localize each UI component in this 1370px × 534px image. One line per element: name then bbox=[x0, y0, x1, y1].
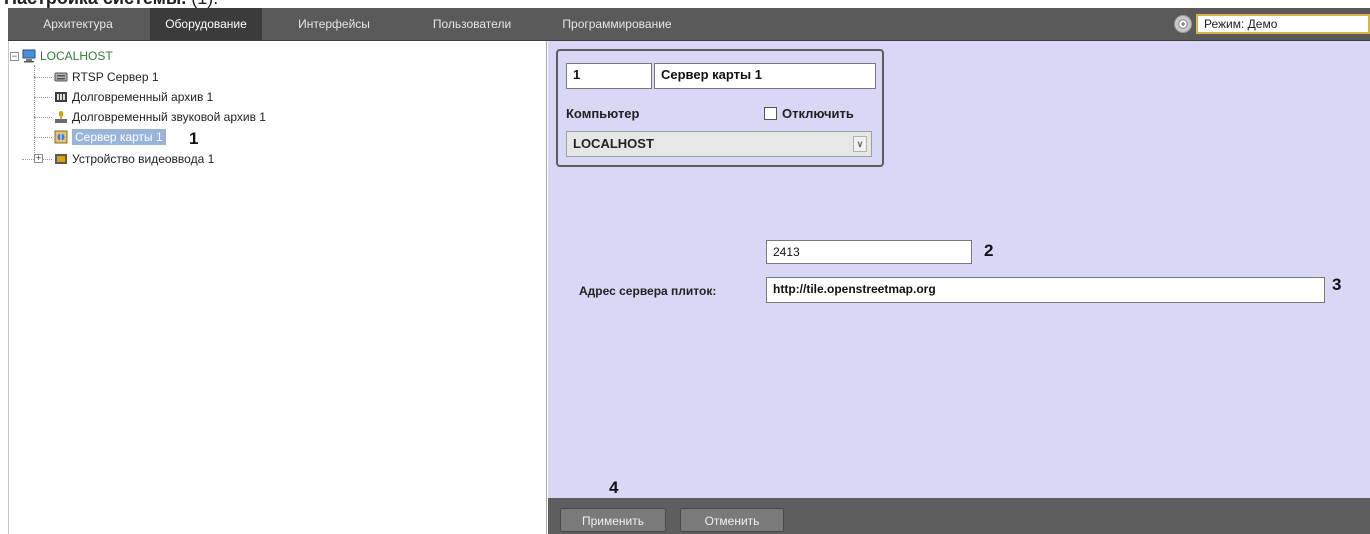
tree-item-label: RTSP Сервер 1 bbox=[72, 70, 159, 84]
settings-gear-icon[interactable] bbox=[1174, 15, 1192, 33]
tree-connector-line bbox=[34, 97, 52, 98]
tree-item-audio-archive[interactable]: Долговременный звуковой архив 1 bbox=[54, 109, 266, 125]
rtsp-server-icon bbox=[54, 70, 68, 84]
settings-panel: 1 Сервер карты 1 Компьютер Отключить LOC… bbox=[548, 41, 1370, 498]
tree-item-label: Долговременный архив 1 bbox=[72, 90, 214, 104]
disable-label: Отключить bbox=[782, 106, 854, 121]
object-group-box: 1 Сервер карты 1 Компьютер Отключить LOC… bbox=[556, 49, 884, 167]
page-heading: Настройка системы. (1). bbox=[4, 0, 218, 8]
tab-programming[interactable]: Программирование bbox=[554, 8, 680, 40]
tree-root-label: LOCALHOST bbox=[40, 49, 113, 63]
video-input-icon bbox=[54, 152, 68, 166]
computer-select[interactable]: LOCALHOST ∨ bbox=[566, 131, 872, 157]
page-heading-bold: Настройка системы. bbox=[4, 0, 186, 8]
apply-button[interactable]: Применить bbox=[560, 508, 666, 532]
tab-interfaces[interactable]: Интерфейсы bbox=[274, 8, 394, 40]
tree-connector-line bbox=[34, 65, 35, 161]
tab-equipment[interactable]: Оборудование bbox=[150, 8, 262, 40]
tree-item-label: Устройство видеоввода 1 bbox=[72, 152, 215, 166]
audio-archive-icon bbox=[54, 110, 68, 124]
gear-glyph-icon bbox=[1178, 19, 1188, 29]
tile-server-url-field[interactable]: http://tile.openstreetmap.org bbox=[766, 277, 1325, 303]
tab-users[interactable]: Пользователи bbox=[408, 8, 536, 40]
disable-checkbox[interactable] bbox=[764, 107, 777, 120]
object-id-field[interactable]: 1 bbox=[566, 63, 652, 89]
tree-item-video-input[interactable]: Устройство видеоввода 1 bbox=[54, 151, 214, 167]
tree-expand-toggle[interactable]: + bbox=[34, 154, 43, 163]
computer-label: Компьютер bbox=[566, 106, 640, 121]
callout-3: 3 bbox=[1332, 275, 1342, 294]
map-server-icon bbox=[54, 130, 68, 144]
bottom-button-bar: Применить Отменить bbox=[548, 498, 1370, 534]
chevron-down-icon[interactable]: ∨ bbox=[853, 136, 867, 152]
tree-item-label: Долговременный звуковой архив 1 bbox=[72, 110, 266, 124]
callout-4: 4 bbox=[609, 478, 619, 497]
tab-architecture[interactable]: Архитектура bbox=[8, 8, 148, 40]
computer-icon bbox=[22, 49, 36, 63]
computer-select-value: LOCALHOST bbox=[573, 136, 654, 151]
tree-item-rtsp-server[interactable]: RTSP Сервер 1 bbox=[54, 69, 159, 85]
port-field[interactable]: 2413 bbox=[766, 240, 972, 264]
tree-collapse-toggle[interactable]: − bbox=[10, 52, 19, 61]
tree-item-label-selected: Сервер карты 1 bbox=[72, 129, 166, 145]
top-tab-bar: Архитектура Оборудование Интерфейсы Поль… bbox=[8, 8, 1370, 41]
callout-2: 2 bbox=[984, 241, 994, 260]
tile-server-label: Адрес сервера плиток: bbox=[579, 284, 717, 298]
tree-connector-line bbox=[34, 77, 52, 78]
hardware-tree: − LOCALHOST RTSP Сервер 1 Долговременный… bbox=[8, 41, 547, 534]
mode-select[interactable]: Режим: Демо bbox=[1196, 14, 1370, 34]
tree-item-map-server[interactable]: Сервер карты 1 bbox=[54, 129, 166, 145]
callout-1: 1 bbox=[189, 129, 199, 148]
tree-item-archive[interactable]: Долговременный архив 1 bbox=[54, 89, 213, 105]
tree-root-localhost[interactable]: LOCALHOST bbox=[22, 48, 113, 64]
object-name-field[interactable]: Сервер карты 1 bbox=[654, 63, 876, 89]
tree-connector-line bbox=[34, 117, 52, 118]
archive-icon bbox=[54, 90, 68, 104]
cancel-button[interactable]: Отменить bbox=[680, 508, 784, 532]
page-heading-rest: (1). bbox=[186, 0, 218, 8]
tree-connector-line bbox=[34, 137, 52, 138]
